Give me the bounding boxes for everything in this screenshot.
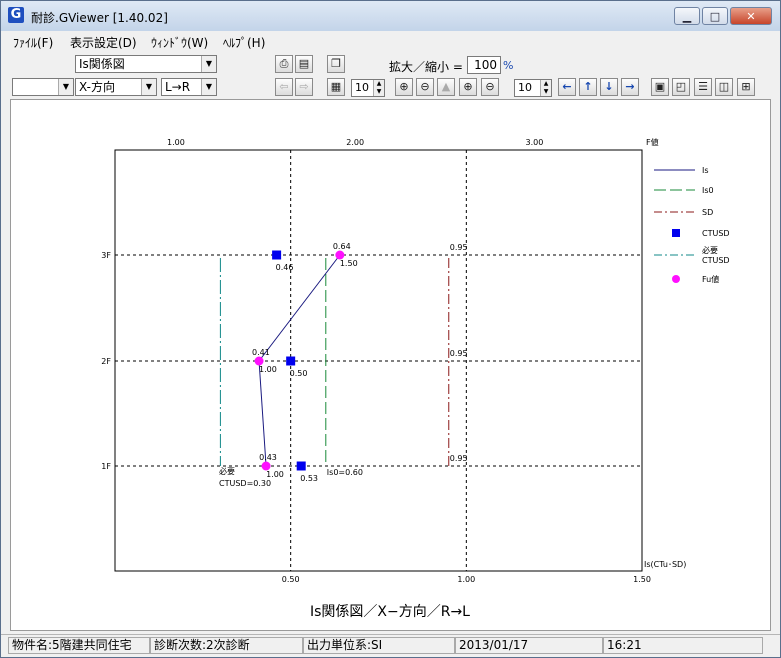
- back-arrow-icon[interactable]: ⇦: [275, 78, 293, 96]
- zoom-out-icon[interactable]: ⊖: [481, 78, 499, 96]
- is-value-label: 0.43: [259, 453, 277, 462]
- fu-value-label: 1.00: [259, 365, 277, 374]
- view-select-value: Is関係図: [79, 57, 125, 71]
- required-ctusd-label: 必要: [219, 466, 235, 476]
- spin-scroll-value: 10: [518, 81, 532, 94]
- zoom-fit-icon[interactable]: ⊕: [395, 78, 413, 96]
- chevron-down-icon: ▼: [201, 56, 216, 72]
- legend-label: Is: [702, 166, 709, 175]
- menu-display-settings[interactable]: 表示設定(D): [70, 34, 137, 51]
- direction-select-value: X-方向: [79, 80, 115, 94]
- chart-settings-icon[interactable]: ▦: [327, 78, 345, 96]
- title-bar[interactable]: G 耐診.GViewer [1.40.02] ▁ □ ✕: [1, 1, 780, 31]
- main-window: G 耐診.GViewer [1.40.02] ▁ □ ✕ ﾌｧｲﾙ(F) 表示設…: [0, 0, 781, 658]
- lr-select[interactable]: L→R ▼: [161, 78, 217, 96]
- legend-label: Is0: [702, 186, 714, 195]
- zoom-area-icon[interactable]: ⊖: [416, 78, 434, 96]
- zoom-unit: %: [503, 59, 514, 72]
- ctusd-value-label: 0.46: [276, 263, 294, 272]
- status-stage: 診断次数:2次診断: [150, 637, 303, 654]
- tile-grid-icon[interactable]: ⊞: [737, 78, 755, 96]
- bottom-tick-label: 1.00: [457, 575, 475, 584]
- bottom-tick-label: 1.50: [633, 575, 651, 584]
- status-time: 16:21: [603, 637, 763, 654]
- menu-file[interactable]: ﾌｧｲﾙ(F): [13, 34, 53, 51]
- floor-tick-label: 3F: [101, 251, 111, 260]
- is0-label: Is0=0.60: [327, 468, 363, 477]
- chevron-down-icon: ▼: [58, 79, 73, 95]
- legend-label: Fu値: [702, 274, 719, 284]
- top-tick-label: 3.00: [526, 138, 544, 147]
- required-ctusd-label: CTUSD=0.30: [219, 479, 271, 488]
- close-button[interactable]: ✕: [730, 7, 772, 25]
- zoom-label: 拡大／縮小 =: [389, 60, 463, 74]
- scroll-left-icon[interactable]: ←: [558, 78, 576, 96]
- zoom-in-icon[interactable]: ⊕: [459, 78, 477, 96]
- chevron-down-icon: ▼: [201, 79, 216, 95]
- fu-value-label: 1.00: [266, 470, 284, 479]
- direction-select[interactable]: X-方向 ▼: [75, 78, 157, 96]
- menu-bar: ﾌｧｲﾙ(F) 表示設定(D) ｳｨﾝﾄﾞｳ(W) ﾍﾙﾌﾟ(H): [1, 31, 780, 51]
- is-relationship-chart: 0.50 1.00 1.50 Is(CTu･SD) 1.00 2.00 3.00 F値 3F 2F…: [101, 137, 730, 620]
- floor-tick-label: 2F: [101, 357, 111, 366]
- legend-swatch: [672, 275, 680, 283]
- ctusd-point: [272, 250, 282, 260]
- scroll-up-icon[interactable]: ↑: [579, 78, 597, 96]
- legend-label: CTUSD: [702, 229, 730, 238]
- app-icon: G: [8, 7, 24, 23]
- minimize-button[interactable]: ▁: [674, 7, 700, 25]
- ctusd-point: [296, 461, 306, 471]
- scroll-right-icon[interactable]: →: [621, 78, 639, 96]
- fu-value-label: 1.50: [340, 259, 358, 268]
- spin-step-value: 10: [355, 81, 369, 94]
- chart-canvas: 0.50 1.00 1.50 Is(CTu･SD) 1.00 2.00 3.00 F値 3F 2F…: [10, 99, 771, 631]
- status-property: 物件名:5階建共同住宅: [8, 637, 150, 654]
- top-axis-label: F値: [646, 137, 659, 147]
- forward-arrow-icon[interactable]: ⇨: [295, 78, 313, 96]
- spin-arrows-icon[interactable]: ▲ ▼: [540, 80, 551, 96]
- window-title: 耐診.GViewer [1.40.02]: [31, 11, 168, 25]
- status-date: 2013/01/17: [455, 637, 603, 654]
- spin-arrows-icon[interactable]: ▲ ▼: [373, 80, 384, 96]
- status-bar: 物件名:5階建共同住宅 診断次数:2次診断 出力単位系:SI 2013/01/1…: [1, 634, 780, 657]
- legend-label: CTUSD: [702, 256, 730, 265]
- tile-horizontal-icon[interactable]: ☰: [694, 78, 712, 96]
- ctusd-point: [286, 356, 296, 366]
- sd-value-label: 0.95: [450, 454, 468, 463]
- single-window-icon[interactable]: ▣: [651, 78, 669, 96]
- chevron-down-icon: ▼: [141, 79, 156, 95]
- blank-select[interactable]: ▼: [12, 78, 74, 96]
- floor-tick-label: 1F: [101, 462, 111, 471]
- top-tick-label: 2.00: [346, 138, 364, 147]
- sd-value-label: 0.95: [450, 349, 468, 358]
- copy-icon[interactable]: ❐: [327, 55, 345, 73]
- image-icon[interactable]: ▲: [437, 78, 455, 96]
- chart-title: Is関係図／X−方向／R→L: [310, 604, 470, 620]
- ctusd-value-label: 0.53: [300, 474, 318, 483]
- cascade-icon[interactable]: ◰: [672, 78, 690, 96]
- bottom-tick-label: 0.50: [282, 575, 300, 584]
- spin-step-input[interactable]: 10 ▲ ▼: [351, 79, 385, 97]
- legend-label: 必要: [702, 245, 718, 255]
- sd-value-label: 0.95: [450, 243, 468, 252]
- legend-label: SD: [702, 208, 713, 217]
- ctusd-value-label: 0.50: [290, 369, 308, 378]
- legend-swatch: [672, 229, 680, 237]
- lr-select-value: L→R: [165, 80, 191, 94]
- view-select[interactable]: Is関係図 ▼: [75, 55, 217, 73]
- print-preview-icon[interactable]: ▤: [295, 55, 313, 73]
- menu-window[interactable]: ｳｨﾝﾄﾞｳ(W): [151, 34, 208, 51]
- spin-scroll-input[interactable]: 10 ▲ ▼: [514, 79, 552, 97]
- status-units: 出力単位系:SI: [303, 637, 455, 654]
- maximize-button[interactable]: □: [702, 7, 728, 25]
- zoom-input[interactable]: 100: [467, 56, 501, 74]
- is-value-label: 0.41: [252, 348, 270, 357]
- tile-vertical-icon[interactable]: ◫: [715, 78, 733, 96]
- bottom-axis-label: Is(CTu･SD): [644, 560, 686, 569]
- is-value-label: 0.64: [333, 242, 351, 251]
- top-tick-label: 1.00: [167, 138, 185, 147]
- menu-help[interactable]: ﾍﾙﾌﾟ(H): [223, 34, 265, 51]
- scroll-down-icon[interactable]: ↓: [600, 78, 618, 96]
- print-icon[interactable]: ⎙: [275, 55, 293, 73]
